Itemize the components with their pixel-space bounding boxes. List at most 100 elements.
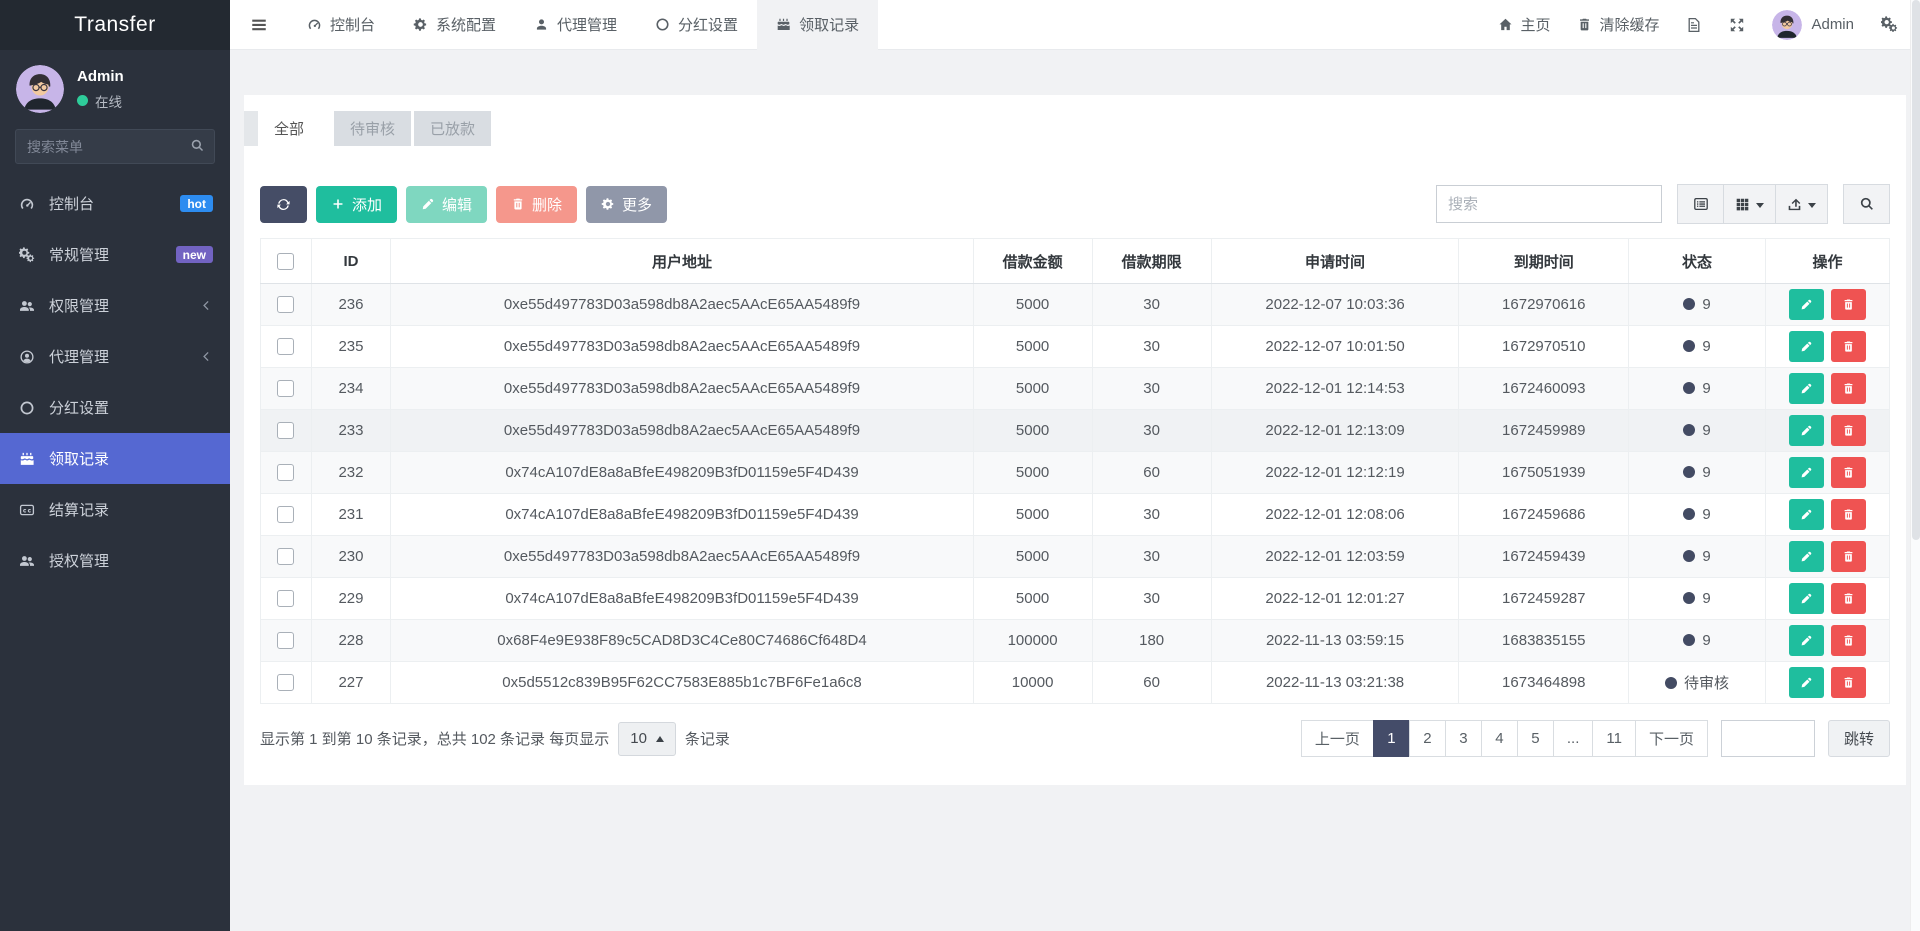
user-circle-icon <box>17 349 36 365</box>
user-avatar[interactable] <box>16 65 64 113</box>
topbar-tab-claim-records[interactable]: 领取记录 <box>757 0 878 50</box>
detail-view-button[interactable] <box>1677 184 1724 224</box>
row-checkbox[interactable] <box>277 338 294 355</box>
row-checkbox[interactable] <box>277 548 294 565</box>
row-checkbox[interactable] <box>277 296 294 313</box>
page-next[interactable]: 下一页 <box>1635 720 1708 757</box>
row-checkbox[interactable] <box>277 590 294 607</box>
user-status: 在线 <box>77 91 124 111</box>
row-edit-button[interactable] <box>1789 499 1824 530</box>
row-edit-button[interactable] <box>1789 583 1824 614</box>
page-number[interactable]: 1 <box>1373 720 1410 757</box>
search-button[interactable] <box>1843 184 1890 224</box>
row-checkbox[interactable] <box>277 674 294 691</box>
scrollbar-thumb[interactable] <box>1912 0 1920 540</box>
sidebar-item-dashboard[interactable]: 控制台hot <box>0 178 230 229</box>
refresh-icon <box>276 197 291 212</box>
page-ellipsis[interactable]: ... <box>1553 720 1594 757</box>
row-edit-button[interactable] <box>1789 667 1824 698</box>
topbar-tab-dashboard[interactable]: 控制台 <box>288 0 394 50</box>
row-status: 9 <box>1629 494 1766 536</box>
export-button[interactable] <box>1775 184 1828 224</box>
status-label: 9 <box>1702 506 1710 523</box>
topbar-tab-system-config[interactable]: 系统配置 <box>394 0 515 50</box>
row-status: 9 <box>1629 368 1766 410</box>
delete-button[interactable]: 删除 <box>496 186 577 223</box>
row-status: 9 <box>1629 578 1766 620</box>
row-delete-button[interactable] <box>1831 499 1866 530</box>
columns-button[interactable] <box>1723 184 1776 224</box>
row-checkbox[interactable] <box>277 632 294 649</box>
row-checkbox[interactable] <box>277 380 294 397</box>
topbar-tab-agent[interactable]: 代理管理 <box>515 0 636 50</box>
clear-cache-link[interactable]: 清除缓存 <box>1577 14 1659 35</box>
row-delete-button[interactable] <box>1831 583 1866 614</box>
sidebar-item-dividend[interactable]: 分红设置 <box>0 382 230 433</box>
row-delete-button[interactable] <box>1831 373 1866 404</box>
sidebar-item-claim-records[interactable]: 领取记录 <box>0 433 230 484</box>
row-edit-button[interactable] <box>1789 457 1824 488</box>
row-address: 0x5d5512c839B95F62CC7583E885b1c7BF6Fe1a6… <box>391 662 973 704</box>
refresh-button[interactable] <box>260 186 307 223</box>
table-search-input[interactable] <box>1436 185 1662 223</box>
row-edit-button[interactable] <box>1789 289 1824 320</box>
edit-button[interactable]: 编辑 <box>406 186 487 223</box>
row-delete-button[interactable] <box>1831 331 1866 362</box>
page-number[interactable]: 2 <box>1409 720 1446 757</box>
tab-pending[interactable]: 待审核 <box>334 111 411 146</box>
sidebar-item-permissions[interactable]: 权限管理 <box>0 280 230 331</box>
page-number[interactable]: 3 <box>1445 720 1482 757</box>
fullscreen-icon[interactable] <box>1729 17 1745 33</box>
menu-search-input[interactable] <box>15 129 215 164</box>
page-number[interactable]: 5 <box>1517 720 1554 757</box>
page-number[interactable]: 11 <box>1592 720 1636 757</box>
tab-all[interactable]: 全部 <box>258 111 320 146</box>
home-link[interactable]: 主页 <box>1498 14 1550 35</box>
row-id: 234 <box>311 368 391 410</box>
row-edit-button[interactable] <box>1789 373 1824 404</box>
row-address: 0xe55d497783D03a598db8A2aec5AAcE65AA5489… <box>391 368 973 410</box>
column-header: 状态 <box>1629 239 1766 284</box>
cogs-icon[interactable] <box>1881 16 1898 33</box>
page-jump-button[interactable]: 跳转 <box>1828 720 1890 757</box>
sidebar-item-settle-records[interactable]: 结算记录 <box>0 484 230 535</box>
sidebar-item-authorize[interactable]: 授权管理 <box>0 535 230 586</box>
page-jump-input[interactable] <box>1721 720 1815 757</box>
more-button[interactable]: 更多 <box>586 186 667 223</box>
page-prev[interactable]: 上一页 <box>1301 720 1374 757</box>
row-checkbox[interactable] <box>277 506 294 523</box>
row-delete-button[interactable] <box>1831 457 1866 488</box>
row-delete-button[interactable] <box>1831 415 1866 446</box>
row-checkbox[interactable] <box>277 422 294 439</box>
row-term: 30 <box>1092 284 1211 326</box>
page-scrollbar[interactable] <box>1910 0 1920 931</box>
row-edit-button[interactable] <box>1789 331 1824 362</box>
row-checkbox[interactable] <box>277 464 294 481</box>
page-number[interactable]: 4 <box>1481 720 1518 757</box>
select-all-checkbox[interactable] <box>277 253 294 270</box>
row-expire-time: 1672459439 <box>1459 536 1629 578</box>
row-select-cell <box>261 452 312 494</box>
row-delete-button[interactable] <box>1831 541 1866 572</box>
chevron-left-icon <box>200 299 213 312</box>
table-row: 2280x68F4e9E938F89c5CAD8D3C4Ce80C74686Cf… <box>261 620 1890 662</box>
row-edit-button[interactable] <box>1789 625 1824 656</box>
row-apply-time: 2022-11-13 03:21:38 <box>1211 662 1459 704</box>
add-button[interactable]: 添加 <box>316 186 397 223</box>
user-menu[interactable]: Admin <box>1772 10 1854 40</box>
row-delete-button[interactable] <box>1831 667 1866 698</box>
sidebar-item-agent[interactable]: 代理管理 <box>0 331 230 382</box>
status-dot-icon <box>1683 424 1695 436</box>
hamburger-menu-icon[interactable] <box>230 16 288 34</box>
language-icon[interactable] <box>1686 17 1702 33</box>
topbar-tab-dividend[interactable]: 分红设置 <box>636 0 757 50</box>
tab-paid[interactable]: 已放款 <box>414 111 491 146</box>
page-size-select[interactable]: 10 <box>618 722 676 756</box>
row-delete-button[interactable] <box>1831 625 1866 656</box>
table-row: 2310x74cA107dE8a8aBfeE498209B3fD01159e5F… <box>261 494 1890 536</box>
row-edit-button[interactable] <box>1789 415 1824 446</box>
row-edit-button[interactable] <box>1789 541 1824 572</box>
row-id: 227 <box>311 662 391 704</box>
row-delete-button[interactable] <box>1831 289 1866 320</box>
sidebar-item-general[interactable]: 常规管理new <box>0 229 230 280</box>
